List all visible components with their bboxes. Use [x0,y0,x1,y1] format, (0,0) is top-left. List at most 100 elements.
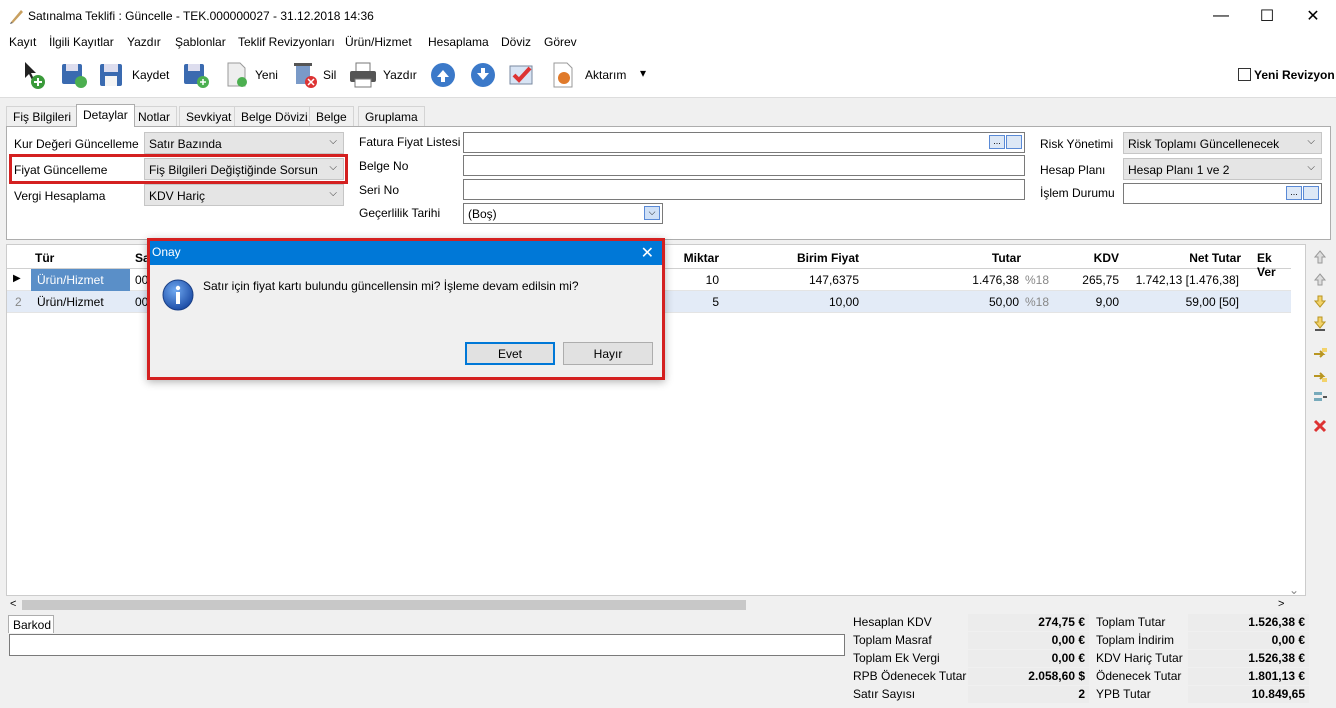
horizontal-scrollbar[interactable]: < > [6,598,1290,612]
menu-bar: Kayıt İlgili Kayıtlar Yazdır Şablonlar T… [0,32,1336,52]
dialog-close-button[interactable]: ✕ [641,243,654,263]
cell-kdv-rate[interactable]: %18 [1025,295,1049,309]
transfer-icon[interactable] [549,60,579,90]
col-kdv[interactable]: KDV [1047,251,1119,265]
delete-icon[interactable] [290,60,320,90]
scroll-left-icon[interactable]: < [10,598,16,610]
save-label[interactable]: Kaydet [132,68,169,82]
move-down-icon[interactable] [468,60,498,90]
dialog-message: Satır için fiyat kartı bulundu güncellen… [203,279,579,293]
menu-gorev[interactable]: Görev [544,35,577,49]
split-row-icon[interactable] [1312,389,1328,405]
new-revision-checkbox[interactable] [1238,68,1251,81]
approve-icon[interactable] [507,60,537,90]
kur-label: Kur Değeri Güncelleme [14,137,139,151]
cell-tutar[interactable]: 50,00 [907,295,1019,309]
maximize-button[interactable]: ☐ [1244,0,1290,32]
cell-tur[interactable]: Ürün/Hizmet [31,269,130,291]
add-icon[interactable] [20,60,50,90]
menu-ilgili-kayitlar[interactable]: İlgili Kayıtlar [49,35,114,49]
hesap-select[interactable]: Hesap Planı 1 ve 2 ⌵ [1123,158,1322,180]
move-top-icon[interactable] [1312,249,1328,265]
islem-input[interactable]: ... [1123,183,1322,204]
cell-kdv-rate[interactable]: %18 [1025,273,1049,287]
export-label[interactable]: Aktarım [585,68,626,82]
risk-select[interactable]: Risk Toplamı Güncellenecek ⌵ [1123,132,1322,154]
no-button[interactable]: Hayır [563,342,653,365]
menu-doviz[interactable]: Döviz [501,35,531,49]
ellipsis-button[interactable]: ... [1286,186,1302,200]
save-refresh-icon[interactable] [60,60,90,90]
menu-urun-hizmet[interactable]: Ürün/Hizmet [345,35,412,49]
tab-notlar[interactable]: Notlar [131,106,178,126]
scroll-down-icon[interactable]: ⌄ [1289,583,1299,597]
menu-kayit[interactable]: Kayıt [9,35,36,49]
cell-birim-fiyat[interactable]: 10,00 [747,295,859,309]
save-new-icon[interactable] [182,60,212,90]
title-bar: Satınalma Teklifi : Güncelle - TEK.00000… [0,0,1336,32]
chevron-down-icon: ⌵ [329,188,337,199]
tab-belge[interactable]: Belge [309,106,354,126]
save-icon[interactable] [98,60,128,90]
menu-teklif-revizyonlari[interactable]: Teklif Revizyonları [238,35,335,49]
delete-label[interactable]: Sil [323,68,336,82]
new-label[interactable]: Yeni [255,68,278,82]
chevron-down-icon[interactable]: ⌵ [644,206,660,220]
calendar-icon[interactable] [1006,135,1022,149]
new-revision-label[interactable]: Yeni Revizyon [1254,68,1335,82]
cell-net-tutar[interactable]: 59,00 [50] [1127,295,1239,309]
row-action-bar [1306,244,1334,596]
chevron-down-icon: ⌵ [1307,162,1315,173]
new-document-icon[interactable] [222,60,252,90]
tab-detaylar[interactable]: Detaylar [76,104,135,127]
scroll-thumb[interactable] [22,600,746,610]
tab-sevkiyat[interactable]: Sevkiyat [179,106,239,126]
cell-tutar[interactable]: 1.476,38 [907,273,1019,287]
insert-row-icon[interactable] [1312,346,1328,362]
close-window-button[interactable]: ✕ [1290,0,1336,32]
cell-tur[interactable]: Ürün/Hizmet [37,295,104,309]
gecerlilik-input[interactable]: (Boş) ⌵ [463,203,663,224]
move-down-icon[interactable] [1312,294,1328,310]
yes-button[interactable]: Evet [465,342,555,365]
tab-gruplama[interactable]: Gruplama [358,106,425,126]
delete-row-icon[interactable] [1312,418,1328,434]
cell-net-tutar[interactable]: 1.742,13 [1.476,38] [1127,273,1239,287]
kur-select[interactable]: Satır Bazında ⌵ [144,132,344,154]
ellipsis-button[interactable]: ... [989,135,1005,149]
move-up-icon[interactable] [428,60,458,90]
hesap-label: Hesap Planı [1040,163,1106,177]
barcode-tab[interactable]: Barkod [8,615,54,633]
print-label[interactable]: Yazdır [383,68,417,82]
scroll-right-icon[interactable]: > [1278,598,1284,610]
belge-no-input[interactable] [463,155,1025,176]
total-value: 1.526,38 € [1188,614,1309,631]
seri-no-input[interactable] [463,179,1025,200]
minimize-button[interactable]: — [1198,0,1244,32]
calendar-icon[interactable] [1303,186,1319,200]
move-up-icon[interactable] [1312,271,1328,287]
vergi-select[interactable]: KDV Hariç ⌵ [144,184,344,206]
menu-hesaplama[interactable]: Hesaplama [428,35,489,49]
export-dropdown-icon[interactable]: ▾ [640,66,646,80]
total-value: 274,75 € [968,614,1089,631]
tab-fis-bilgileri[interactable]: Fiş Bilgileri [6,106,79,126]
total-label: KDV Hariç Tutar [1096,651,1183,665]
menu-sablonlar[interactable]: Şablonlar [175,35,226,49]
tab-belge-dovizi[interactable]: Belge Dövizi [234,106,315,126]
cell-birim-fiyat[interactable]: 147,6375 [747,273,859,287]
col-tur[interactable]: Tür [35,251,54,265]
printer-icon[interactable] [348,60,378,90]
copy-row-icon[interactable] [1312,368,1328,384]
move-bottom-icon[interactable] [1312,316,1328,332]
cell-kdv[interactable]: 265,75 [1047,273,1119,287]
col-birim-fiyat[interactable]: Birim Fiyat [747,251,859,265]
cell-kdv[interactable]: 9,00 [1047,295,1119,309]
highlight-box [9,154,348,184]
barcode-input[interactable] [9,634,845,656]
col-net-tutar[interactable]: Net Tutar [1127,251,1241,265]
col-tutar[interactable]: Tutar [907,251,1021,265]
fatura-input[interactable]: ... [463,132,1025,153]
menu-yazdir[interactable]: Yazdır [127,35,161,49]
total-value: 10.849,65 [1188,686,1309,703]
